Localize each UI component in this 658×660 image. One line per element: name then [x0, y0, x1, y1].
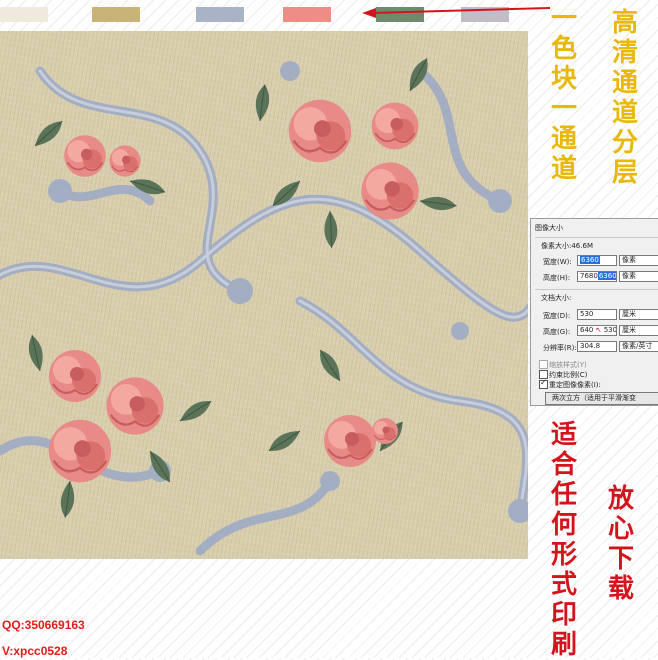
constrain-proportions-label: 约束比例(C)	[549, 371, 588, 379]
qq-contact: QQ:350669163	[2, 618, 85, 632]
document-size-label: 文档大小:	[541, 294, 572, 302]
doc-width-input[interactable]: 530	[577, 309, 617, 320]
caption-hd-channel-layers: 高清通道分层	[611, 8, 638, 188]
pixel-size-label: 像素大小:46.6M	[541, 242, 593, 250]
width-label: 宽度(W):	[543, 258, 572, 266]
floral-damask-artwork	[0, 31, 528, 559]
resample-method-select[interactable]: 两次立方（适用于平滑渐变	[545, 392, 658, 405]
red-arrow-annotation	[362, 7, 551, 18]
swatch-coral	[283, 7, 331, 22]
resample-checkbox[interactable]	[539, 378, 548, 389]
width-input[interactable]: 6360	[577, 255, 617, 266]
caption-one-color-one-channel: 一色块一通道	[550, 4, 577, 184]
resample-label: 重定图像像素(I):	[549, 381, 601, 389]
caption-suitable-any-printing: 适合任何形式印刷	[550, 420, 577, 660]
wechat-contact: V:xpcc0528	[2, 644, 68, 658]
document-size-group	[535, 289, 658, 290]
pixel-dimensions-group	[535, 237, 658, 238]
scale-styles-checkbox[interactable]	[539, 360, 548, 369]
doc-height-input[interactable]: 640 ↖ 530	[577, 325, 617, 336]
doc-width-unit-select[interactable]: 厘米	[619, 309, 658, 320]
height-label: 高度(H):	[543, 274, 571, 282]
doc-height-unit-select[interactable]: 厘米	[619, 325, 658, 336]
caption-download-safely: 放心下载	[607, 484, 634, 604]
resolution-label: 分辨率(R):	[543, 344, 577, 352]
resolution-input[interactable]: 304.8	[577, 341, 617, 352]
doc-width-label: 宽度(D):	[543, 312, 571, 320]
dialog-title: 图像大小	[535, 224, 563, 232]
swatch-blue-grey	[196, 7, 244, 22]
swatch-cream	[0, 7, 48, 22]
doc-height-label: 高度(G):	[543, 328, 571, 336]
resolution-unit-select[interactable]: 像素/英寸	[619, 341, 658, 352]
swatch-khaki	[92, 7, 140, 22]
image-size-dialog: 图像大小 像素大小:46.6M 宽度(W): 6360 像素 高度(H): 76…	[530, 218, 658, 406]
height-input[interactable]: 76806360	[577, 271, 617, 282]
height-unit-select[interactable]: 像素	[619, 271, 658, 282]
scale-styles-label: 缩放样式(Y)	[549, 361, 587, 369]
width-unit-select[interactable]: 像素	[619, 255, 658, 266]
